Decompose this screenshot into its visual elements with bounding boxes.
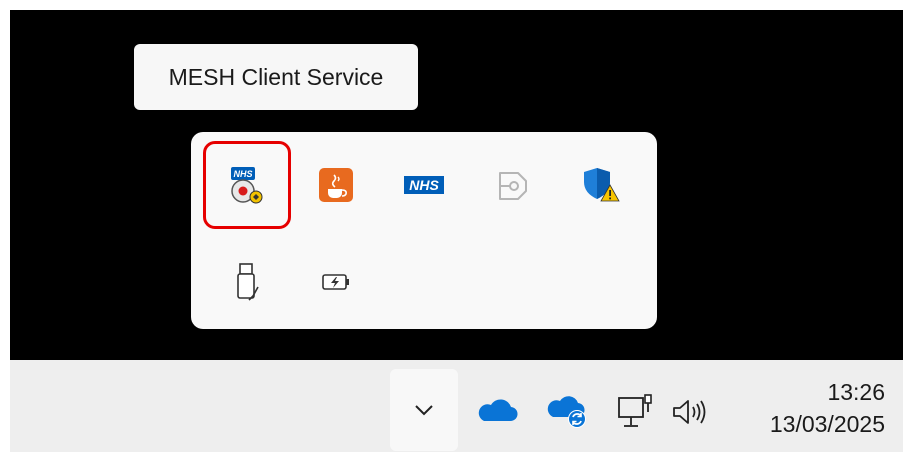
clock-date: 13/03/2025 — [769, 411, 885, 437]
battery-charging-icon[interactable] — [306, 252, 366, 312]
tooltip: MESH Client Service — [134, 44, 418, 110]
taskbar: 13:26 13/03/2025 — [10, 360, 903, 452]
onedrive-syncing-icon[interactable] — [540, 390, 594, 434]
volume-icon[interactable] — [666, 390, 710, 434]
taskbar-clock[interactable]: 13:26 13/03/2025 — [770, 376, 885, 440]
onedrive-icon[interactable] — [468, 390, 522, 430]
desktop-background: MESH Client Service NHS NHS 13:26 13/03/… — [10, 10, 903, 452]
chevron-down-icon — [415, 405, 433, 416]
clock-time: 13:26 — [827, 379, 885, 405]
tray-overflow-panel: NHS NHS — [191, 132, 657, 329]
usb-drive-icon[interactable] — [217, 252, 277, 312]
security-key-icon[interactable] — [482, 155, 542, 215]
svg-text:NHS: NHS — [233, 169, 252, 179]
mesh-client-service-icon[interactable]: NHS — [217, 155, 277, 215]
tooltip-text: MESH Client Service — [168, 63, 384, 90]
network-icon[interactable] — [614, 390, 658, 434]
java-icon[interactable] — [306, 155, 366, 215]
nhs-logo-text: NHS — [409, 177, 439, 193]
nhs-icon[interactable]: NHS — [394, 155, 454, 215]
show-hidden-icons-button[interactable] — [390, 369, 458, 451]
windows-security-warning-icon[interactable] — [571, 155, 631, 215]
